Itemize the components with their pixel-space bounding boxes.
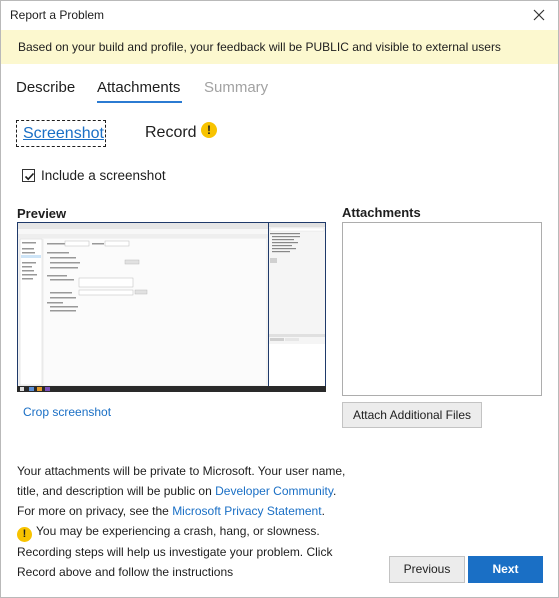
warning-icon: ! (201, 122, 217, 138)
info-text: title, and description will be public on (17, 484, 216, 498)
info-line: Your attachments will be private to Micr… (17, 464, 346, 478)
info-line: Recording steps will help us investigate… (17, 545, 333, 559)
report-problem-dialog: Report a Problem Based on your build and… (0, 0, 559, 598)
window-title: Report a Problem (10, 8, 105, 22)
tab-bar: Describe Attachments Summary (1, 79, 558, 105)
tab-describe[interactable]: Describe (16, 79, 75, 96)
title-bar: Report a Problem (1, 1, 558, 29)
developer-community-link[interactable]: Developer Community (215, 484, 333, 498)
screenshot-thumbnail (17, 222, 326, 392)
subtab-screenshot[interactable]: Screenshot (16, 120, 106, 147)
preview-heading: Preview (17, 206, 67, 221)
info-text: . (332, 484, 337, 498)
attachments-heading: Attachments (342, 205, 421, 220)
crop-screenshot-link[interactable]: Crop screenshot (23, 405, 111, 419)
attachments-list[interactable] (342, 222, 542, 396)
info-line: title, and description will be public on… (17, 481, 357, 501)
banner-text: Based on your build and profile, your fe… (18, 40, 501, 54)
include-screenshot-checkbox[interactable] (22, 169, 35, 182)
active-tab-indicator (97, 101, 182, 103)
privacy-statement-link[interactable]: Microsoft Privacy Statement (172, 504, 321, 518)
include-screenshot-label: Include a screenshot (41, 168, 166, 183)
info-line: ! You may be experiencing a crash, hang, … (17, 521, 357, 542)
info-text: You may be experiencing a crash, hang, o… (36, 524, 320, 538)
screenshot-preview (17, 222, 326, 392)
attach-additional-files-button[interactable]: Attach Additional Files (342, 402, 482, 428)
privacy-info: Your attachments will be private to Micr… (17, 461, 357, 582)
subtab-screenshot-label: Screenshot (23, 125, 104, 142)
check-icon (24, 172, 35, 181)
warning-icon: ! (17, 527, 32, 542)
tab-attachments[interactable]: Attachments (97, 79, 180, 96)
subtab-record[interactable]: Record (145, 124, 197, 142)
previous-button[interactable]: Previous (389, 556, 465, 583)
info-line: Record above and follow the instructions (17, 565, 234, 579)
info-text: For more on privacy, see the (17, 504, 173, 518)
next-button[interactable]: Next (468, 556, 543, 583)
close-icon (533, 9, 545, 21)
public-feedback-banner: Based on your build and profile, your fe… (1, 30, 558, 64)
close-button[interactable] (529, 6, 549, 24)
info-line: For more on privacy, see the Microsoft P… (17, 501, 357, 521)
info-text: . (321, 504, 325, 518)
tab-summary: Summary (204, 79, 269, 96)
